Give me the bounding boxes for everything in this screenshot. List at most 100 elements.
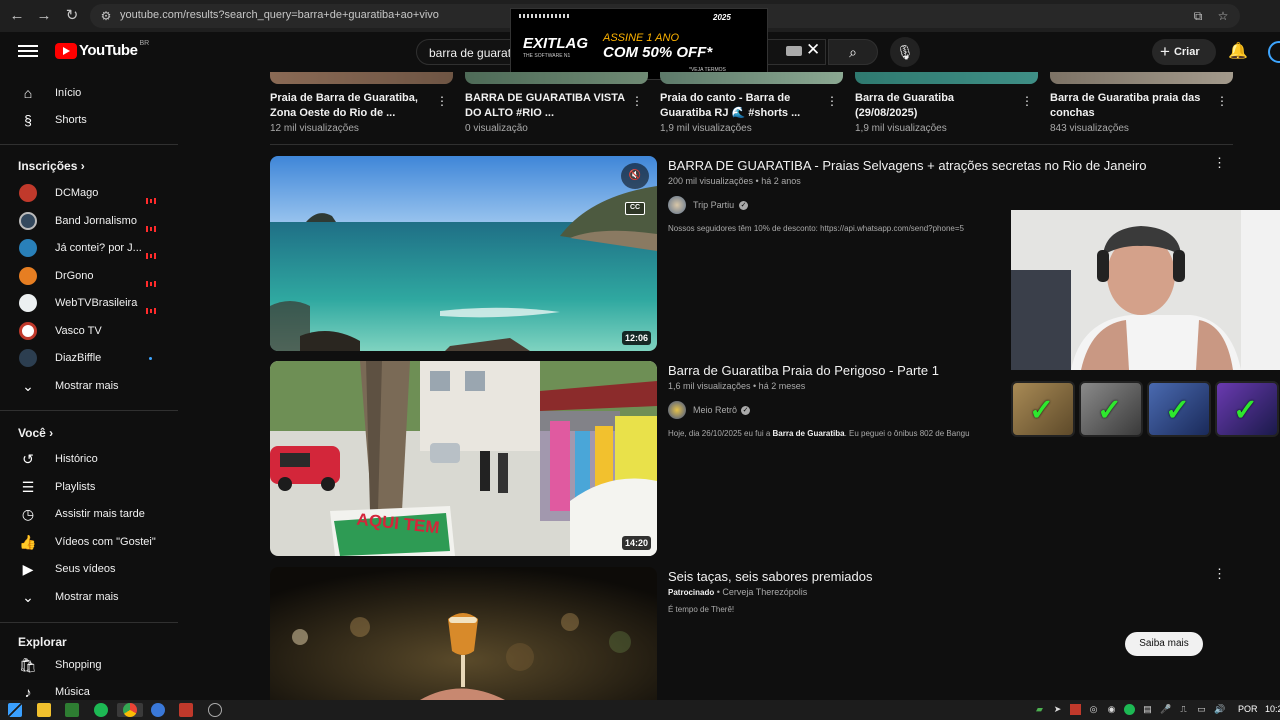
keyboard-icon[interactable] <box>786 46 802 56</box>
sidebar-item-shorts[interactable]: § Shorts <box>0 107 178 134</box>
file-explorer-icon[interactable] <box>37 703 51 717</box>
short-title[interactable]: Barra de Guaratiba (29/08/2025) <box>855 91 1015 121</box>
recorder-icon[interactable] <box>179 703 193 717</box>
show-more-subscriptions[interactable]: ⌄ Mostrar mais <box>0 373 178 400</box>
sidebar-item-label: Música <box>55 686 90 698</box>
sidebar-item-playlists[interactable]: ☰ Playlists <box>0 474 178 501</box>
short-thumbnail[interactable] <box>1050 72 1233 84</box>
create-button[interactable]: + Criar <box>1152 39 1216 65</box>
keyboard-language[interactable]: POR <box>1238 704 1258 714</box>
short-views: 12 mil visualizações <box>270 123 359 134</box>
short-card[interactable]: Praia de Barra de Guaratiba, Zona Oeste … <box>270 72 453 136</box>
channel-name[interactable]: Trip Partiu <box>693 200 734 210</box>
short-title[interactable]: Praia de Barra de Guaratiba, Zona Oeste … <box>270 91 430 121</box>
windows-start-icon[interactable] <box>8 703 22 717</box>
more-options-icon[interactable]: ⋮ <box>1216 94 1228 108</box>
sidebar-item-subscription[interactable]: Vasco TV <box>0 318 178 345</box>
reload-icon[interactable]: ↻ <box>62 6 82 26</box>
your-videos-icon: ▶ <box>22 561 34 577</box>
captions-icon[interactable]: CC <box>625 202 645 215</box>
sidebar-item-home[interactable]: ⌂ Início <box>0 80 178 107</box>
app-icon[interactable] <box>151 703 165 717</box>
sidebar-item-liked-videos[interactable]: 👍 Vídeos com "Gostei" <box>0 529 178 556</box>
plus-icon: + <box>1160 42 1170 61</box>
live-indicator-icon <box>146 219 156 232</box>
more-options-icon[interactable]: ⋮ <box>1021 94 1033 108</box>
obs-icon[interactable] <box>208 703 222 717</box>
sidebar-item-watch-later[interactable]: ◷ Assistir mais tarde <box>0 501 178 528</box>
subscriptions-heading[interactable]: Inscrições › <box>18 159 85 173</box>
ad-thumbnail[interactable] <box>270 567 657 700</box>
tray-network-icon[interactable]: ▭ <box>1196 704 1207 715</box>
clear-search-icon[interactable]: ✕ <box>806 40 820 60</box>
tray-app-icon[interactable]: ▰ <box>1034 704 1045 715</box>
short-thumbnail[interactable] <box>855 72 1038 84</box>
overlay-ad-banner[interactable]: 2025 EXITLAG THE SOFTWARE N1 ASSINE 1 AN… <box>510 8 768 80</box>
xbox-icon[interactable] <box>65 703 79 717</box>
tray-recorder-icon[interactable] <box>1070 704 1081 715</box>
sidebar-item-subscription[interactable]: Band Jornalismo <box>0 208 178 235</box>
sidebar-item-subscription[interactable]: DCMago <box>0 180 178 207</box>
achievement-badge: ✓ <box>1215 381 1279 437</box>
search-button[interactable]: ⌕ <box>828 39 878 65</box>
spotify-icon[interactable] <box>94 703 108 717</box>
ad-title[interactable]: Seis taças, seis sabores premiados <box>668 569 872 584</box>
sidebar-item-subscription[interactable]: WebTVBrasileira <box>0 290 178 317</box>
sidebar-item-subscription[interactable]: Já contei? por J... <box>0 235 178 262</box>
more-options-icon[interactable]: ⋮ <box>1213 566 1226 582</box>
sidebar-item-history[interactable]: ↺ Histórico <box>0 446 178 473</box>
voice-search-button[interactable]: 🎙 <box>890 37 920 67</box>
show-more-you[interactable]: ⌄ Mostrar mais <box>0 584 178 611</box>
learn-more-button[interactable]: Saiba mais <box>1125 632 1203 656</box>
history-icon: ↺ <box>22 451 34 467</box>
short-thumbnail[interactable] <box>660 72 843 84</box>
forward-icon[interactable]: → <box>34 6 54 26</box>
account-avatar[interactable] <box>1268 41 1280 63</box>
tray-steam-icon[interactable]: ◎ <box>1088 704 1099 715</box>
channel-name[interactable]: Meio Retrô <box>693 405 737 415</box>
subscriptions-title: Inscrições <box>18 159 78 173</box>
tray-usb-icon[interactable]: ⎍ <box>1178 704 1189 715</box>
short-thumbnail[interactable] <box>270 72 453 84</box>
more-options-icon[interactable]: ⋮ <box>826 94 838 108</box>
back-icon[interactable]: ← <box>7 6 27 26</box>
video-title[interactable]: Barra de Guaratiba Praia do Perigoso - P… <box>668 363 939 378</box>
mute-icon[interactable]: 🔇 <box>621 163 649 189</box>
tray-cursor-icon[interactable]: ➤ <box>1052 704 1063 715</box>
more-options-icon[interactable]: ⋮ <box>1213 155 1226 171</box>
install-app-icon[interactable]: ⧉ <box>1190 8 1206 24</box>
video-thumbnail[interactable]: 12:06 <box>270 156 657 351</box>
tray-discord-icon[interactable]: ◉ <box>1106 704 1117 715</box>
sidebar-item-subscription[interactable]: DiazBiffle <box>0 345 178 372</box>
sidebar-item-shopping[interactable]: 🛍 Shopping <box>0 652 178 679</box>
sidebar-item-your-videos[interactable]: ▶ Seus vídeos <box>0 556 178 583</box>
you-heading[interactable]: Você › <box>18 426 53 440</box>
sidebar-item-label: Vídeos com "Gostei" <box>55 536 156 548</box>
notifications-bell-icon[interactable]: 🔔 <box>1228 41 1248 61</box>
short-title[interactable]: Praia do canto - Barra de Guaratiba RJ 🌊… <box>660 91 820 121</box>
tray-display-icon[interactable]: ▤ <box>1142 704 1153 715</box>
divider <box>270 144 1233 145</box>
clock[interactable]: 10:2 <box>1265 704 1280 714</box>
chrome-taskbar-button[interactable] <box>117 703 143 717</box>
short-title[interactable]: Barra de Guaratiba praia das conchas <box>1050 91 1210 121</box>
bookmark-star-icon[interactable]: ☆ <box>1215 8 1231 24</box>
tray-volume-icon[interactable]: 🔊 <box>1214 704 1225 715</box>
video-thumbnail[interactable]: AQUI TEM 14:20 <box>270 361 657 556</box>
more-options-icon[interactable]: ⋮ <box>631 94 643 108</box>
site-info-icon[interactable]: ⚙ <box>98 8 114 24</box>
short-card[interactable]: BARRA DE GUARATIBA VISTA DO ALTO #RIO ..… <box>465 72 648 136</box>
tray-mic-icon[interactable]: 🎤 <box>1160 704 1171 715</box>
more-options-icon[interactable]: ⋮ <box>436 94 448 108</box>
short-title[interactable]: BARRA DE GUARATIBA VISTA DO ALTO #RIO ..… <box>465 91 625 121</box>
tray-spotify-icon[interactable] <box>1124 704 1135 715</box>
menu-icon[interactable] <box>18 42 38 62</box>
short-card[interactable]: Barra de Guaratiba praia das conchas 843… <box>1050 72 1233 136</box>
short-card[interactable]: Barra de Guaratiba (29/08/2025) 1,9 mil … <box>855 72 1038 136</box>
video-title[interactable]: BARRA DE GUARATIBA - Praias Selvagens + … <box>668 158 1146 173</box>
youtube-logo[interactable]: YouTube BR <box>55 40 149 59</box>
sidebar-item-subscription[interactable]: DrGono <box>0 263 178 290</box>
explore-title: Explorar <box>18 635 67 649</box>
short-card[interactable]: Praia do canto - Barra de Guaratiba RJ 🌊… <box>660 72 843 136</box>
short-thumbnail[interactable] <box>465 72 648 84</box>
